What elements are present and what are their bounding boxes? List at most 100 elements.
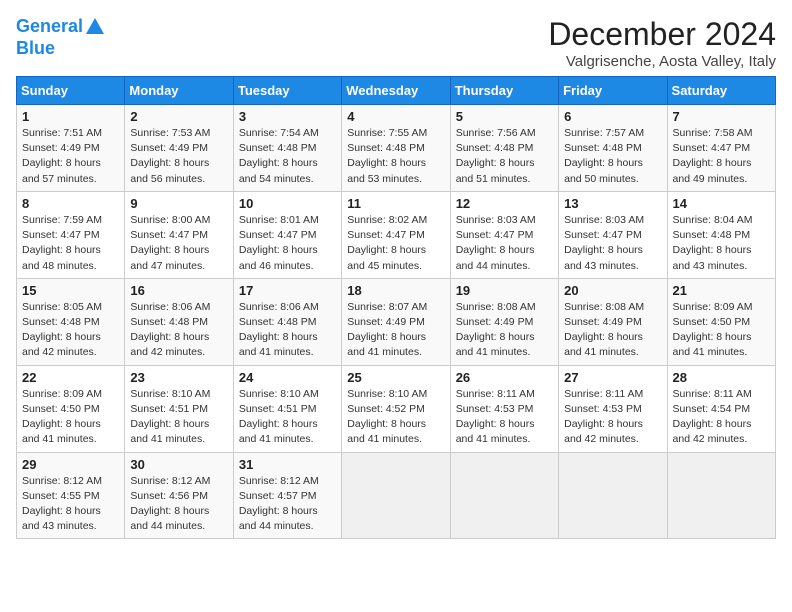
- day-info: Sunrise: 8:03 AM Sunset: 4:47 PM Dayligh…: [564, 213, 661, 274]
- day-number: 16: [130, 283, 227, 298]
- day-info: Sunrise: 8:12 AM Sunset: 4:57 PM Dayligh…: [239, 474, 336, 535]
- day-number: 26: [456, 370, 553, 385]
- col-sunday: Sunday: [17, 77, 125, 105]
- day-number: 17: [239, 283, 336, 298]
- day-number: 21: [673, 283, 770, 298]
- day-info: Sunrise: 7:57 AM Sunset: 4:48 PM Dayligh…: [564, 126, 661, 187]
- day-number: 22: [22, 370, 119, 385]
- day-cell: 30 Sunrise: 8:12 AM Sunset: 4:56 PM Dayl…: [125, 452, 233, 539]
- empty-cell: [667, 452, 775, 539]
- day-cell: 28 Sunrise: 8:11 AM Sunset: 4:54 PM Dayl…: [667, 365, 775, 452]
- day-info: Sunrise: 8:09 AM Sunset: 4:50 PM Dayligh…: [22, 387, 119, 448]
- calendar-table: Sunday Monday Tuesday Wednesday Thursday…: [16, 76, 776, 539]
- day-cell: 7 Sunrise: 7:58 AM Sunset: 4:47 PM Dayli…: [667, 105, 775, 192]
- day-cell: 11 Sunrise: 8:02 AM Sunset: 4:47 PM Dayl…: [342, 191, 450, 278]
- day-cell: 25 Sunrise: 8:10 AM Sunset: 4:52 PM Dayl…: [342, 365, 450, 452]
- day-cell: 13 Sunrise: 8:03 AM Sunset: 4:47 PM Dayl…: [559, 191, 667, 278]
- day-cell: 27 Sunrise: 8:11 AM Sunset: 4:53 PM Dayl…: [559, 365, 667, 452]
- col-friday: Friday: [559, 77, 667, 105]
- day-cell: 26 Sunrise: 8:11 AM Sunset: 4:53 PM Dayl…: [450, 365, 558, 452]
- day-info: Sunrise: 8:10 AM Sunset: 4:51 PM Dayligh…: [239, 387, 336, 448]
- day-info: Sunrise: 8:00 AM Sunset: 4:47 PM Dayligh…: [130, 213, 227, 274]
- day-number: 5: [456, 109, 553, 124]
- day-number: 23: [130, 370, 227, 385]
- day-info: Sunrise: 7:58 AM Sunset: 4:47 PM Dayligh…: [673, 126, 770, 187]
- day-number: 12: [456, 196, 553, 211]
- logo-blue: Blue: [16, 38, 106, 59]
- day-number: 25: [347, 370, 444, 385]
- day-number: 14: [673, 196, 770, 211]
- day-cell: 21 Sunrise: 8:09 AM Sunset: 4:50 PM Dayl…: [667, 278, 775, 365]
- day-info: Sunrise: 8:10 AM Sunset: 4:52 PM Dayligh…: [347, 387, 444, 448]
- day-cell: 22 Sunrise: 8:09 AM Sunset: 4:50 PM Dayl…: [17, 365, 125, 452]
- empty-cell: [450, 452, 558, 539]
- logo-general: General: [16, 16, 83, 36]
- day-cell: 17 Sunrise: 8:06 AM Sunset: 4:48 PM Dayl…: [233, 278, 341, 365]
- day-info: Sunrise: 8:12 AM Sunset: 4:56 PM Dayligh…: [130, 474, 227, 535]
- day-number: 24: [239, 370, 336, 385]
- title-block: December 2024 Valgrisenche, Aosta Valley…: [548, 16, 776, 70]
- col-thursday: Thursday: [450, 77, 558, 105]
- calendar-row: 22 Sunrise: 8:09 AM Sunset: 4:50 PM Dayl…: [17, 365, 776, 452]
- day-number: 10: [239, 196, 336, 211]
- day-cell: 1 Sunrise: 7:51 AMSunset: 4:49 PMDayligh…: [17, 105, 125, 192]
- day-cell: 9 Sunrise: 8:00 AM Sunset: 4:47 PM Dayli…: [125, 191, 233, 278]
- day-info: Sunrise: 8:05 AM Sunset: 4:48 PM Dayligh…: [22, 300, 119, 361]
- day-cell: 12 Sunrise: 8:03 AM Sunset: 4:47 PM Dayl…: [450, 191, 558, 278]
- calendar-row: 1 Sunrise: 7:51 AMSunset: 4:49 PMDayligh…: [17, 105, 776, 192]
- day-cell: 31 Sunrise: 8:12 AM Sunset: 4:57 PM Dayl…: [233, 452, 341, 539]
- day-cell: 19 Sunrise: 8:08 AM Sunset: 4:49 PM Dayl…: [450, 278, 558, 365]
- day-number: 19: [456, 283, 553, 298]
- day-info: Sunrise: 8:04 AM Sunset: 4:48 PM Dayligh…: [673, 213, 770, 274]
- day-number: 7: [673, 109, 770, 124]
- day-cell: 16 Sunrise: 8:06 AM Sunset: 4:48 PM Dayl…: [125, 278, 233, 365]
- day-info: Sunrise: 8:10 AM Sunset: 4:51 PM Dayligh…: [130, 387, 227, 448]
- day-info: Sunrise: 8:07 AM Sunset: 4:49 PM Dayligh…: [347, 300, 444, 361]
- day-info: Sunrise: 7:51 AMSunset: 4:49 PMDaylight:…: [22, 126, 119, 187]
- day-number: 20: [564, 283, 661, 298]
- day-cell: 8 Sunrise: 7:59 AM Sunset: 4:47 PM Dayli…: [17, 191, 125, 278]
- day-info: Sunrise: 8:11 AM Sunset: 4:53 PM Dayligh…: [456, 387, 553, 448]
- day-info: Sunrise: 8:03 AM Sunset: 4:47 PM Dayligh…: [456, 213, 553, 274]
- day-info: Sunrise: 8:09 AM Sunset: 4:50 PM Dayligh…: [673, 300, 770, 361]
- day-number: 27: [564, 370, 661, 385]
- calendar-row: 29 Sunrise: 8:12 AM Sunset: 4:55 PM Dayl…: [17, 452, 776, 539]
- day-info: Sunrise: 7:56 AM Sunset: 4:48 PM Dayligh…: [456, 126, 553, 187]
- day-cell: 4 Sunrise: 7:55 AM Sunset: 4:48 PM Dayli…: [342, 105, 450, 192]
- day-cell: 6 Sunrise: 7:57 AM Sunset: 4:48 PM Dayli…: [559, 105, 667, 192]
- calendar-row: 8 Sunrise: 7:59 AM Sunset: 4:47 PM Dayli…: [17, 191, 776, 278]
- day-cell: 14 Sunrise: 8:04 AM Sunset: 4:48 PM Dayl…: [667, 191, 775, 278]
- day-info: Sunrise: 8:11 AM Sunset: 4:54 PM Dayligh…: [673, 387, 770, 448]
- day-info: Sunrise: 8:01 AM Sunset: 4:47 PM Dayligh…: [239, 213, 336, 274]
- day-number: 8: [22, 196, 119, 211]
- day-cell: 3 Sunrise: 7:54 AM Sunset: 4:48 PM Dayli…: [233, 105, 341, 192]
- day-cell: 18 Sunrise: 8:07 AM Sunset: 4:49 PM Dayl…: [342, 278, 450, 365]
- col-saturday: Saturday: [667, 77, 775, 105]
- col-monday: Monday: [125, 77, 233, 105]
- day-info: Sunrise: 7:59 AM Sunset: 4:47 PM Dayligh…: [22, 213, 119, 274]
- day-number: 6: [564, 109, 661, 124]
- logo: General Blue: [16, 16, 106, 59]
- day-cell: 15 Sunrise: 8:05 AM Sunset: 4:48 PM Dayl…: [17, 278, 125, 365]
- day-number: 13: [564, 196, 661, 211]
- day-info: Sunrise: 7:55 AM Sunset: 4:48 PM Dayligh…: [347, 126, 444, 187]
- col-tuesday: Tuesday: [233, 77, 341, 105]
- day-info: Sunrise: 8:06 AM Sunset: 4:48 PM Dayligh…: [130, 300, 227, 361]
- day-info: Sunrise: 8:11 AM Sunset: 4:53 PM Dayligh…: [564, 387, 661, 448]
- logo-text: General Blue: [16, 16, 106, 59]
- calendar-row: 15 Sunrise: 8:05 AM Sunset: 4:48 PM Dayl…: [17, 278, 776, 365]
- day-number: 29: [22, 457, 119, 472]
- day-info: Sunrise: 8:08 AM Sunset: 4:49 PM Dayligh…: [456, 300, 553, 361]
- day-cell: 2 Sunrise: 7:53 AM Sunset: 4:49 PM Dayli…: [125, 105, 233, 192]
- empty-cell: [559, 452, 667, 539]
- day-cell: 20 Sunrise: 8:08 AM Sunset: 4:49 PM Dayl…: [559, 278, 667, 365]
- day-cell: 10 Sunrise: 8:01 AM Sunset: 4:47 PM Dayl…: [233, 191, 341, 278]
- day-number: 9: [130, 196, 227, 211]
- day-cell: 5 Sunrise: 7:56 AM Sunset: 4:48 PM Dayli…: [450, 105, 558, 192]
- month-title: December 2024: [548, 16, 776, 53]
- day-number: 2: [130, 109, 227, 124]
- day-number: 31: [239, 457, 336, 472]
- day-info: Sunrise: 8:08 AM Sunset: 4:49 PM Dayligh…: [564, 300, 661, 361]
- day-number: 4: [347, 109, 444, 124]
- day-info: Sunrise: 8:12 AM Sunset: 4:55 PM Dayligh…: [22, 474, 119, 535]
